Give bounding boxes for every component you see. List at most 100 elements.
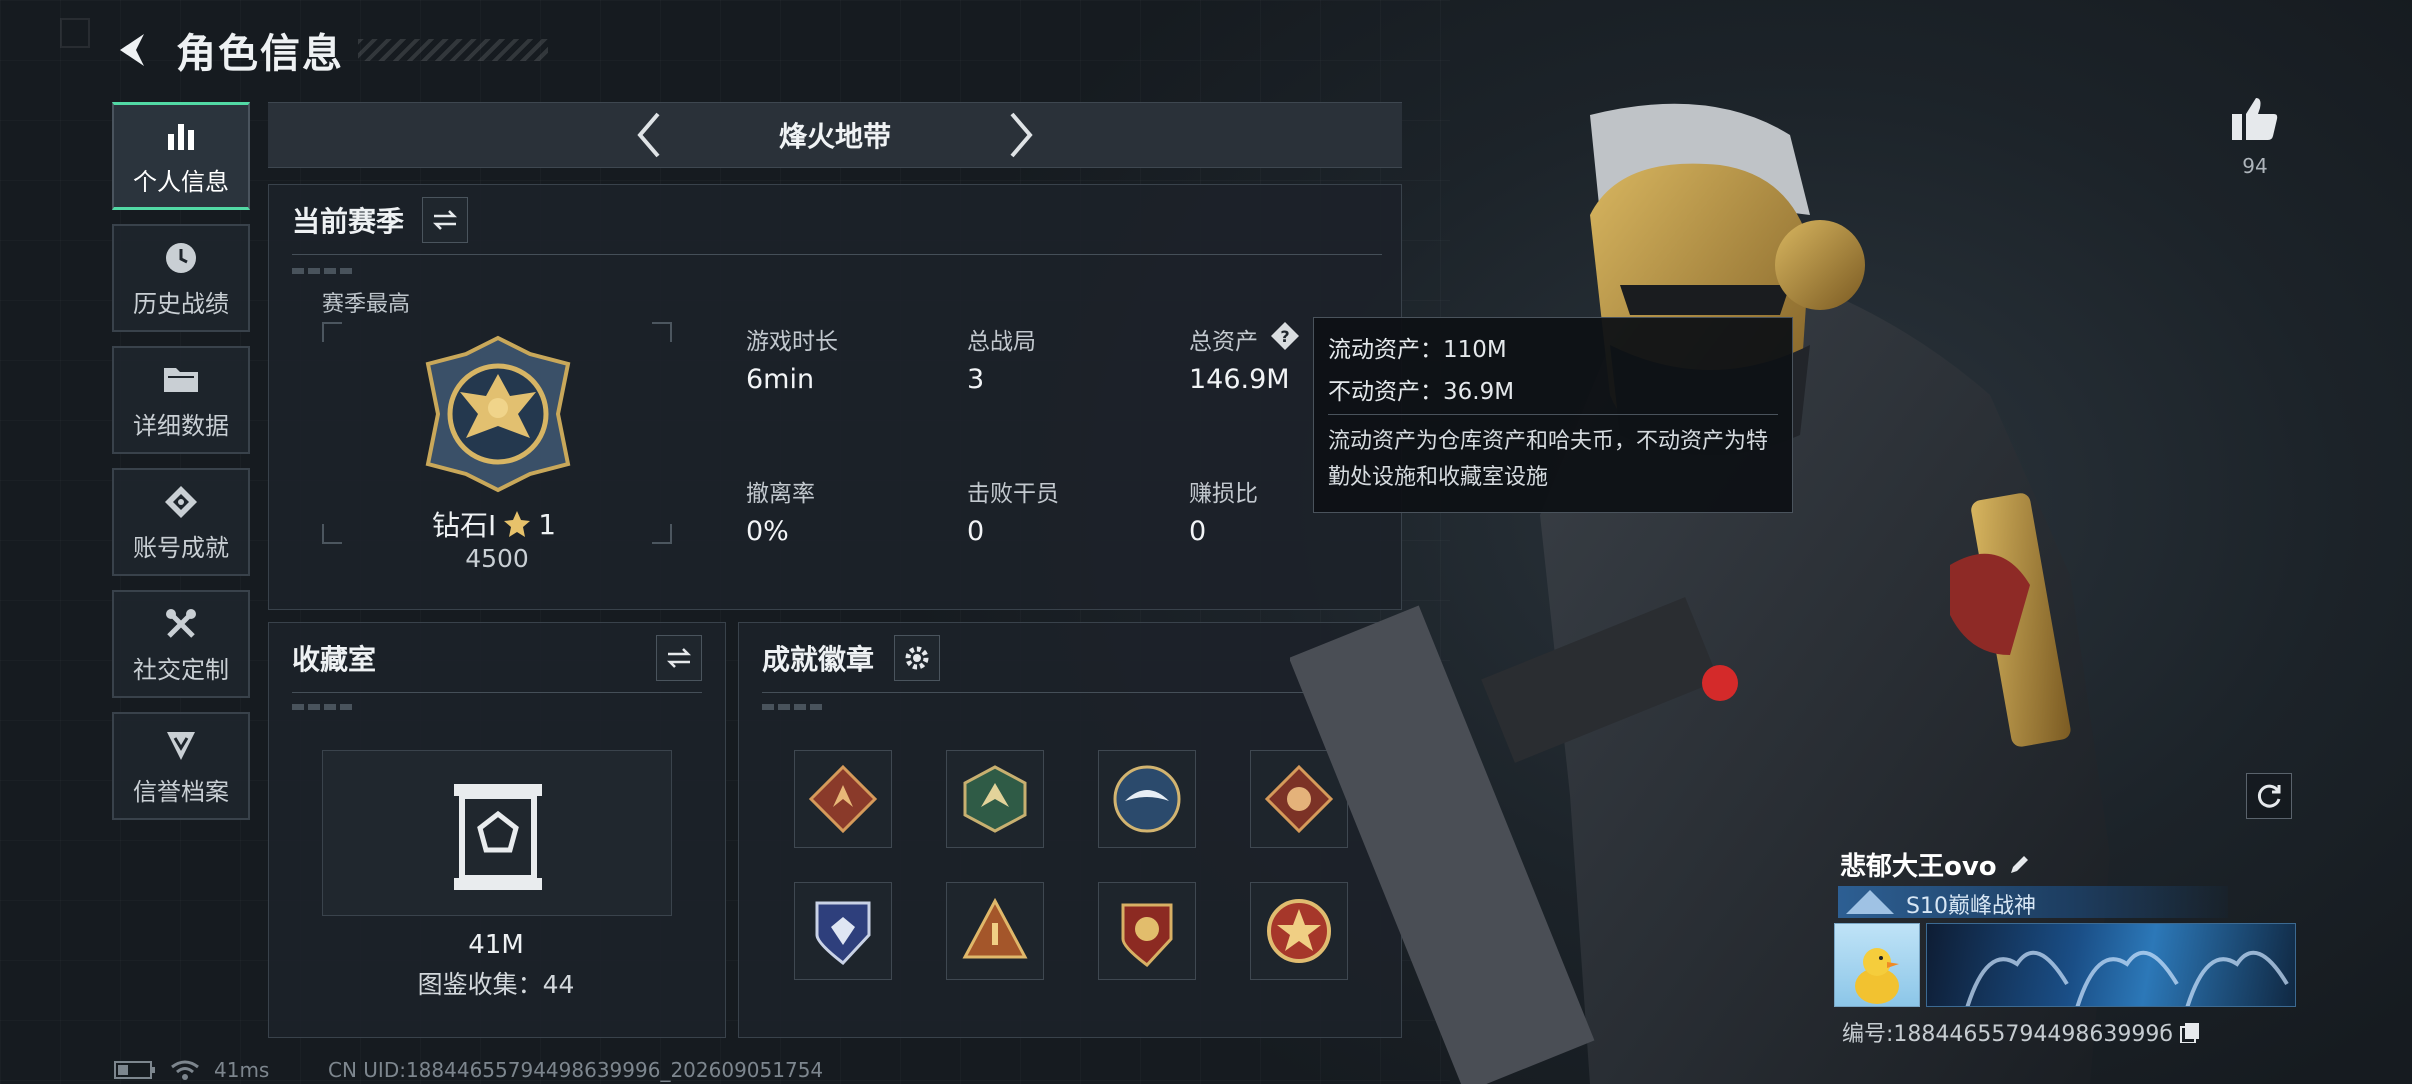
stat-label-total-assets: 总资产 [1189,329,1258,355]
badge-dragon-green[interactable] [946,750,1044,848]
rank-emblem-icon [425,335,571,493]
tools-icon [161,604,201,644]
title-stripe-decoration [358,39,548,61]
next-mode-button[interactable] [991,105,1051,165]
collection-codex-count: 图鉴收集：44 [417,970,575,999]
like-button[interactable]: 94 [2225,96,2285,178]
sidebar-item-label: 信誉档案 [133,777,229,806]
rotate-model-button[interactable] [2246,773,2292,819]
back-button[interactable] [112,28,156,72]
duck-avatar-icon [1855,948,1899,1004]
collection-value: 41M [468,930,524,960]
frame-corner [652,322,672,342]
badge-settings-button[interactable] [894,635,940,681]
like-count: 94 [2242,154,2268,178]
tooltip-fixed-assets: 不动资产：36.9M [1328,379,1515,405]
sidebar-item-label: 历史战绩 [133,289,229,318]
copy-icon[interactable] [2179,1021,2201,1043]
stat-value-extract-rate: 0% [746,516,789,547]
sidebar-item-personal-info[interactable]: 个人信息 [112,102,250,210]
swap-icon [666,648,692,668]
badges-panel-title: 成就徽章 [762,643,875,676]
chevron-left-icon [637,112,660,158]
sidebar-item-account-achievements[interactable]: 账号成就 [112,468,250,576]
divider-marks [292,268,352,274]
stat-label-total-matches: 总战局 [967,329,1036,355]
sidebar-item-label: 账号成就 [133,533,229,562]
season-panel-title: 当前赛季 [292,205,405,238]
rank-name: 钻石Ⅰ [432,509,497,542]
dragon-badge-icon [808,764,878,834]
avatar[interactable] [1834,923,1920,1007]
rank-score: 4500 [465,544,529,573]
tooltip-liquid-assets: 流动资产：110M [1328,337,1507,363]
medal-icon [161,482,201,522]
ping-value: 41ms [214,1058,270,1082]
frame-corner [322,524,342,544]
divider [292,692,702,693]
page-header: 角色信息 [112,22,548,78]
thumbs-up-icon [2232,98,2278,140]
sidebar-item-social-custom[interactable]: 社交定制 [112,590,250,698]
edit-pencil-icon[interactable] [2007,853,2031,877]
sidebar-item-detailed-data[interactable]: 详细数据 [112,346,250,454]
prev-mode-button[interactable] [619,105,679,165]
tooltip-divider [1328,414,1778,415]
uid-text: CN UID:18844655794498639996_202609051754 [328,1058,824,1082]
badge-shield-blue[interactable] [794,882,892,980]
rank-display: 钻石Ⅰ 1 [432,504,556,544]
chevron-right-icon [1010,112,1033,158]
season-switch-button[interactable] [422,197,468,243]
stat-value-total-assets: 146.9M [1189,364,1290,395]
folder-icon [161,360,201,400]
stat-value-profit-ratio: 0 [1189,516,1207,547]
divider [292,254,1382,255]
sidebar-item-match-history[interactable]: 历史战绩 [112,224,250,332]
collection-panel-title: 收藏室 [292,643,377,676]
stat-label-profit-ratio: 赚损比 [1189,481,1258,507]
eagle-badge-icon [1113,765,1181,833]
bar-chart-icon [161,116,201,156]
player-banner[interactable] [1926,923,2296,1007]
back-arrow-icon [120,34,144,66]
corner-decoration [60,18,90,48]
sidebar-item-label: 个人信息 [133,167,229,196]
banner-art [1965,950,2289,1006]
stat-label-extract-rate: 撤离率 [746,481,815,507]
badge-pyramid-gold[interactable] [946,882,1044,980]
collection-switch-button[interactable] [656,635,702,681]
swap-icon [432,210,458,230]
player-title: S10巅峰战神 [1906,894,2036,919]
dragon-badge-icon [963,765,1027,833]
frame-corner [322,322,342,342]
sidebar: 个人信息 历史战绩 详细数据 账号成就 社交定制 信誉档案 [112,102,251,834]
frame-corner [652,524,672,544]
gear-icon [905,646,929,670]
page-title: 角色信息 [176,31,344,77]
rank-stars: 1 [538,507,557,541]
pyramid-badge-icon [962,897,1028,959]
stat-label-kills: 击败干员 [967,481,1059,507]
shield-rank-icon [161,726,201,766]
stat-value-play-time: 6min [746,364,815,395]
season-best-label: 赛季最高 [322,292,411,317]
sidebar-item-reputation[interactable]: 信誉档案 [112,712,250,820]
status-bar: 41ms [114,1058,269,1082]
mode-selector: 烽火地带 [268,102,1402,168]
mode-name: 烽火地带 [778,120,891,153]
battery-icon [114,1061,155,1079]
shield-badge-icon [815,901,871,966]
badge-eagle-blue[interactable] [1098,750,1196,848]
stat-value-kills: 0 [967,516,985,547]
player-name-row: 悲郁大王ovo [1840,846,2031,883]
star-icon [504,511,531,537]
badge-dragon-red[interactable] [794,750,892,848]
vault-icon [454,784,542,890]
stat-value-total-matches: 3 [967,364,985,395]
sidebar-item-label: 社交定制 [133,655,229,684]
player-name: 悲郁大王ovo [1840,852,1997,882]
divider-marks [762,704,822,710]
svg-text:?: ? [1280,327,1289,346]
asset-tooltip: 流动资产：110M 不动资产：36.9M 流动资产为仓库资产和哈夫币，不动资产为… [1313,317,1793,513]
badge-star-red[interactable] [1098,882,1196,980]
